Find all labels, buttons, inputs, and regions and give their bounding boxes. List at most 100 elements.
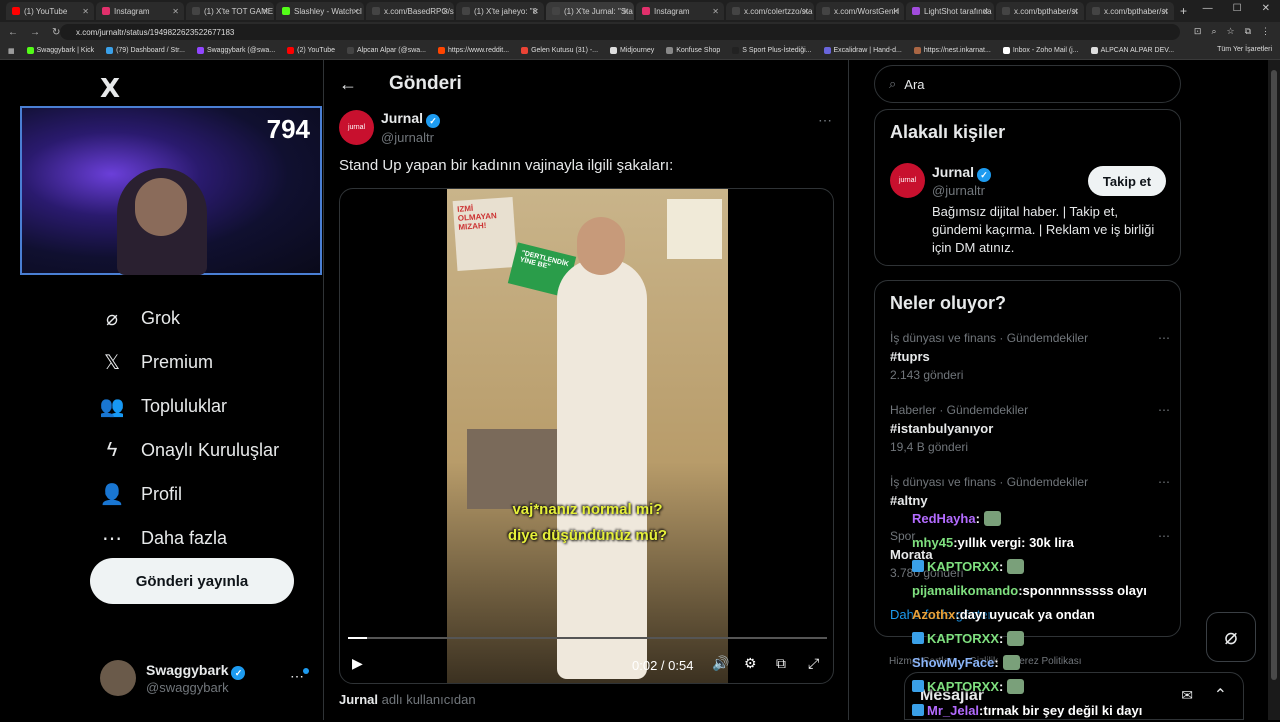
url-field[interactable]: x.com/jurnaltr/status/194982262352267718… <box>60 24 1180 40</box>
bookmark-item[interactable]: ALPCAN ALPAR DEV... <box>1090 47 1174 54</box>
forward-nav-icon[interactable]: → <box>30 27 40 38</box>
new-tab-button[interactable]: + <box>1180 4 1187 18</box>
nav-item-communities[interactable]: 👥 Topluluklar <box>100 384 279 428</box>
browser-tab[interactable]: (1) X'te jaheyo: "8 ✕ <box>456 2 544 20</box>
bookmark-item[interactable]: Midjourney <box>610 47 654 54</box>
back-nav-icon[interactable]: ← <box>8 27 18 38</box>
bookmark-item[interactable]: Gelen Kutusu (31) -... <box>521 47 598 54</box>
bookmark-item[interactable]: Konfuse Shop <box>666 47 720 54</box>
tab-close-icon[interactable]: ✕ <box>712 7 719 16</box>
tab-close-icon[interactable]: ✕ <box>442 7 449 16</box>
scrollbar-thumb[interactable] <box>1271 70 1277 680</box>
settings-gear-icon[interactable]: ⚙ <box>744 655 757 672</box>
post-text: Stand Up yapan bir kadının vajinayla ilg… <box>339 157 674 174</box>
related-avatar[interactable]: jurnal <box>890 163 925 198</box>
bookmark-item[interactable]: (79) Dashboard / Str... <box>106 47 185 54</box>
play-icon[interactable]: ▶ <box>352 655 363 672</box>
bookmark-item[interactable]: Alpcan Alpar (@swa... <box>347 47 426 54</box>
author-handle[interactable]: @jurnaltr <box>381 130 440 145</box>
nav-item-profile[interactable]: 👤 Profil <box>100 472 279 516</box>
browser-tab[interactable]: Slashley - Watch cl ✕ <box>276 2 364 20</box>
nav-item-grok[interactable]: ⌀ Grok <box>100 296 279 340</box>
bookmark-item[interactable]: Swaggybark (@swa... <box>196 47 275 54</box>
tab-close-icon[interactable]: ✕ <box>262 7 269 16</box>
nav-item-premium[interactable]: 𝕏 Premium <box>100 340 279 384</box>
all-bookmarks-link[interactable]: Tüm Yer İşaretleri <box>1217 46 1272 53</box>
tab-close-icon[interactable]: ✕ <box>892 7 899 16</box>
nav-item-verified-orgs[interactable]: ϟ Onaylı Kuruluşlar <box>100 428 279 472</box>
trends-title: Neler oluyor? <box>890 293 1007 313</box>
follow-button[interactable]: Takip et <box>1088 166 1166 196</box>
more-icon[interactable]: ⋯ <box>290 668 304 685</box>
author-avatar[interactable]: jurnal <box>339 110 374 145</box>
volume-icon[interactable]: 🔊 <box>712 655 729 672</box>
fullscreen-icon[interactable]: ⤢ <box>808 655 819 672</box>
bookmark-item[interactable]: S Sport Plus-İstediği... <box>732 47 812 54</box>
browser-tab[interactable]: x.com/bpthaber/st ✕ <box>1086 2 1174 20</box>
bookmark-item[interactable]: Inbox - Zoho Mail (j... <box>1002 47 1079 54</box>
tab-close-icon[interactable]: ✕ <box>172 7 179 16</box>
tab-close-icon[interactable]: ✕ <box>1072 7 1079 16</box>
tab-close-icon[interactable]: ✕ <box>532 7 539 16</box>
bookmark-item[interactable]: Swaggybark | Kick <box>26 47 94 54</box>
browser-tab[interactable]: (1) X'te TOT GAME ✕ <box>186 2 274 20</box>
page-scrollbar[interactable] <box>1268 60 1280 720</box>
star-icon[interactable]: ☆ <box>1226 26 1234 37</box>
tab-favicon-icon <box>192 7 200 15</box>
post-button[interactable]: Gönderi yayınla <box>90 558 294 604</box>
install-icon[interactable]: ⊡ <box>1194 26 1202 37</box>
tab-close-icon[interactable]: ✕ <box>802 7 809 16</box>
browser-tab[interactable]: Instagram ✕ <box>96 2 184 20</box>
x-logo[interactable]: X <box>100 74 120 104</box>
tab-close-icon[interactable]: ✕ <box>982 7 989 16</box>
back-arrow-icon[interactable]: ← <box>339 74 359 95</box>
bookmark-item[interactable]: https://nest.inkarnat... <box>913 47 991 54</box>
browser-tab[interactable]: x.com/WorstGenH ✕ <box>816 2 904 20</box>
related-handle[interactable]: @jurnaltr <box>932 183 985 198</box>
trend-item[interactable]: İş dünyası ve finans · Gündemdekiler #alt… <box>890 475 1170 508</box>
author-name[interactable]: Jurnal <box>381 110 423 126</box>
extensions-icon[interactable]: ⧉ <box>1245 26 1251 37</box>
tab-close-icon[interactable]: ✕ <box>82 7 89 16</box>
browser-tab[interactable]: (1) X'te Jurnal: "Sta ✕ <box>546 2 634 20</box>
tab-close-icon[interactable]: ✕ <box>352 7 359 16</box>
trend-item[interactable]: Haberler · Gündemdekiler #istanbulyanıyor… <box>890 403 1170 454</box>
page-title: Gönderi <box>389 73 462 94</box>
trend-item[interactable]: İş dünyası ve finans · Gündemdekiler #tup… <box>890 331 1170 382</box>
browser-tab[interactable]: (1) YouTube ✕ <box>6 2 94 20</box>
browser-tab[interactable]: LightShot tarafında ✕ <box>906 2 994 20</box>
post-more-icon[interactable]: ⋯ <box>818 112 832 129</box>
tab-favicon-icon <box>12 7 20 15</box>
pip-icon[interactable]: ⧉ <box>776 655 786 672</box>
trend-more-icon[interactable]: ⋯ <box>1158 475 1170 489</box>
trend-more-icon[interactable]: ⋯ <box>1158 403 1170 417</box>
stream-chat-overlay: RedHayha : mhy45 : yıllık vergi: 30k lir… <box>912 506 1272 722</box>
account-switcher[interactable]: Swaggybark ✓ @swaggybark ⋯ <box>100 660 309 696</box>
tab-close-icon[interactable]: ✕ <box>1162 7 1169 16</box>
video-progress-bar[interactable] <box>348 637 827 639</box>
minimize-icon[interactable]: — <box>1203 3 1213 14</box>
video-player[interactable]: IZMİ OLMAYAN MIZAH! "DERTLENDİK YİNE BE"… <box>339 188 834 684</box>
browser-tab[interactable]: x.com/BasedRPG/st ✕ <box>366 2 454 20</box>
chat-username: ShowMyFace <box>912 654 995 670</box>
bookmark-item[interactable]: https://www.reddit... <box>438 47 509 54</box>
video-frame: IZMİ OLMAYAN MIZAH! "DERTLENDİK YİNE BE"… <box>447 189 728 683</box>
trend-more-icon[interactable]: ⋯ <box>1158 331 1170 345</box>
tab-close-icon[interactable]: ✕ <box>622 7 629 16</box>
browser-tab[interactable]: x.com/bpthaber/st ✕ <box>996 2 1084 20</box>
bookmark-item[interactable]: Excalidraw | Hand-d... <box>823 47 902 54</box>
bookmark-item[interactable]: (2) YouTube <box>287 47 335 54</box>
related-name[interactable]: Jurnal <box>932 164 974 180</box>
browser-tab[interactable]: x.com/colertzzo/sta ✕ <box>726 2 814 20</box>
nav-item-more[interactable]: ⋯ Daha fazla <box>100 516 279 560</box>
tab-label: x.com/bpthaber/st <box>1014 6 1078 16</box>
maximize-icon[interactable]: ☐ <box>1233 3 1242 14</box>
close-window-icon[interactable]: ✕ <box>1262 3 1270 14</box>
zoom-icon[interactable]: ⌕ <box>1211 26 1216 37</box>
attribution-name[interactable]: Jurnal <box>339 692 378 707</box>
tab-label: Instagram <box>654 6 690 16</box>
apps-icon[interactable]: ▦ <box>8 47 15 55</box>
search-input[interactable]: ⌕ Ara <box>874 65 1181 103</box>
menu-icon[interactable]: ⋮ <box>1261 26 1270 37</box>
browser-tab[interactable]: Instagram ✕ <box>636 2 724 20</box>
